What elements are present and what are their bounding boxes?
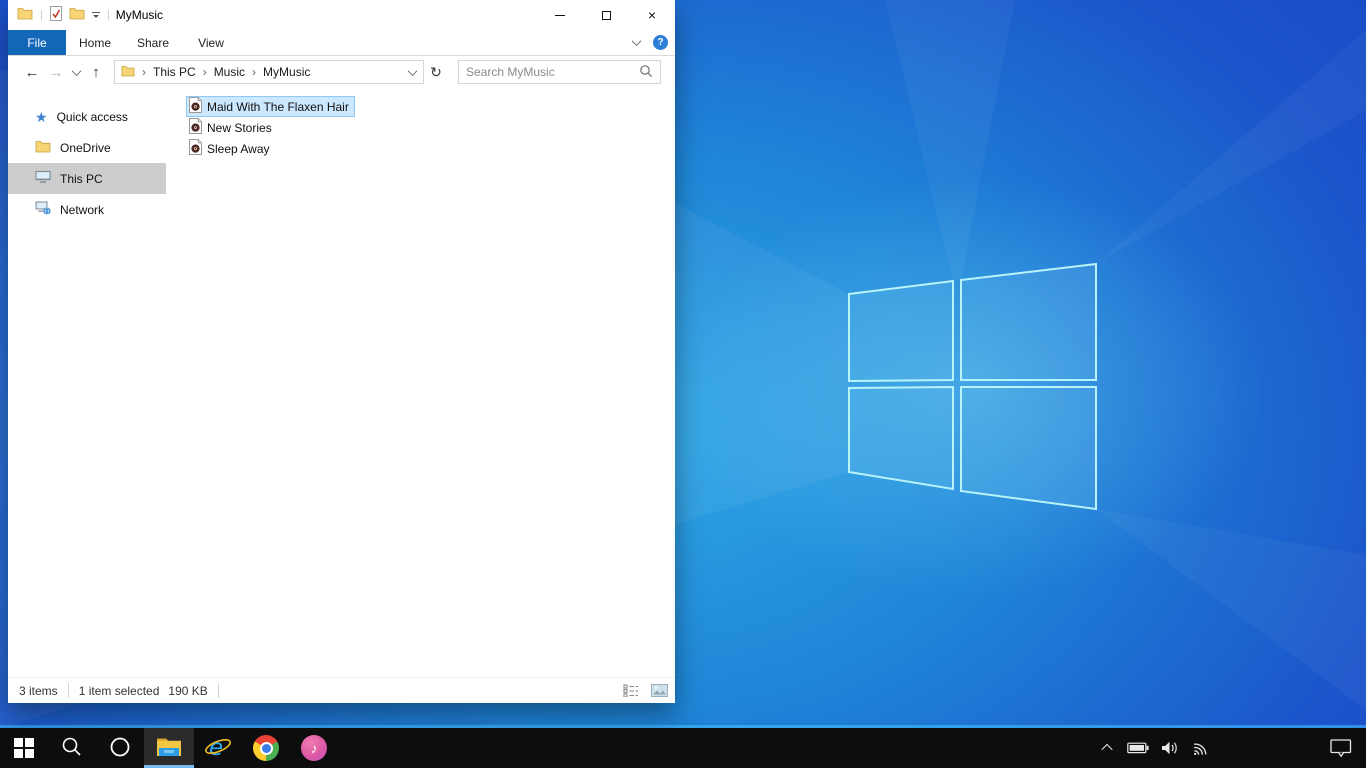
battery-icon[interactable] [1127, 742, 1149, 754]
itunes-icon: ♪ [301, 735, 327, 761]
file-list: Maid With The Flaxen Hair New Stories Sl… [166, 88, 675, 677]
status-bar: 3 items 1 item selected 190 KB [8, 677, 675, 703]
search-icon[interactable] [639, 64, 653, 81]
item-count: 3 items [19, 683, 58, 698]
customize-quick-access-icon[interactable] [91, 11, 100, 19]
wifi-icon[interactable] [1191, 740, 1211, 756]
address-folder-icon [121, 65, 135, 80]
file-name: Sleep Away [207, 141, 270, 156]
breadcrumb-separator: › [142, 65, 146, 79]
back-button[interactable]: ← [20, 64, 44, 81]
start-button[interactable] [0, 728, 48, 768]
maximize-icon [601, 10, 611, 20]
tab-home[interactable]: Home [66, 30, 124, 55]
properties-icon[interactable] [49, 6, 62, 24]
up-button[interactable]: ↑ [84, 64, 108, 81]
audio-file-icon [189, 139, 202, 158]
this-pc-monitor-icon [35, 170, 51, 187]
sidebar-item-label: Network [60, 202, 105, 217]
tab-file[interactable]: File [8, 30, 66, 55]
chrome-icon [253, 735, 279, 761]
selection-size: 190 KB [168, 683, 208, 698]
breadcrumb-this-pc[interactable]: This PC [153, 65, 196, 79]
refresh-button[interactable]: ↻ [424, 64, 448, 81]
recent-locations-chevron-icon[interactable] [68, 65, 84, 76]
taskbar-file-explorer-button[interactable] [144, 728, 194, 768]
file-item[interactable]: Sleep Away [186, 138, 276, 159]
sidebar-item-this-pc[interactable]: This PC [8, 163, 166, 194]
tab-view[interactable]: View [182, 30, 240, 55]
sidebar-item-quick-access[interactable]: ★ Quick access [8, 101, 166, 132]
navigation-pane: ★ Quick access OneDrive This PC Network [8, 88, 166, 677]
file-item[interactable]: Maid With The Flaxen Hair [186, 96, 355, 117]
cortana-button[interactable] [96, 728, 144, 768]
sidebar-item-label: This PC [60, 171, 103, 186]
breadcrumb-separator: › [252, 65, 257, 79]
taskbar-search-button[interactable] [48, 728, 96, 768]
window-title: MyMusic [115, 8, 164, 22]
sidebar-item-network[interactable]: Network [8, 194, 166, 225]
details-view-button[interactable] [619, 680, 643, 702]
breadcrumb-music[interactable]: Music [214, 65, 245, 79]
ribbon-tab-bar: File Home Share View ? [8, 30, 675, 56]
windows-start-icon [14, 738, 34, 758]
close-icon: × [647, 7, 657, 23]
internet-explorer-icon: e [204, 733, 232, 764]
new-folder-icon[interactable] [69, 7, 85, 23]
navigation-bar: ← → ↑ › This PC › Music › MyMusic ↻ [8, 56, 675, 88]
address-dropdown-chevron-icon[interactable] [401, 65, 423, 76]
title-bar[interactable]: | | MyMusic × [8, 0, 675, 30]
toolbar-separator: | [106, 9, 110, 21]
toolbar-separator: | [40, 9, 43, 21]
sidebar-item-label: OneDrive [60, 140, 111, 155]
search-box [458, 60, 661, 84]
system-tray [1101, 728, 1366, 768]
cortana-circle-icon [109, 736, 131, 761]
large-icons-view-button[interactable] [647, 680, 671, 702]
file-explorer-icon [155, 735, 183, 762]
file-name: Maid With The Flaxen Hair [207, 99, 349, 114]
breadcrumb-separator: › [202, 65, 207, 79]
action-center-icon[interactable] [1330, 738, 1352, 758]
search-input[interactable] [466, 65, 639, 79]
audio-file-icon [189, 97, 202, 116]
selection-count: 1 item selected [78, 683, 160, 698]
taskbar-chrome-button[interactable] [242, 728, 290, 768]
file-explorer-window: | | MyMusic × File Home Share View ? ← →… [8, 0, 675, 703]
maximize-button[interactable] [583, 0, 629, 30]
file-name: New Stories [207, 120, 272, 135]
window-folder-icon[interactable] [17, 7, 33, 23]
taskbar: e ♪ [0, 728, 1366, 768]
help-button[interactable]: ? [653, 35, 668, 50]
address-bar[interactable]: › This PC › Music › MyMusic [114, 60, 424, 84]
search-icon [60, 735, 84, 762]
taskbar-itunes-button[interactable]: ♪ [290, 728, 338, 768]
sidebar-item-label: Quick access [56, 109, 128, 124]
sidebar-item-onedrive[interactable]: OneDrive [8, 132, 166, 163]
hidden-icons-chevron-icon[interactable] [1101, 743, 1113, 756]
close-button[interactable]: × [629, 0, 675, 30]
quick-access-toolbar: | | [17, 6, 110, 24]
quick-access-star-icon: ★ [35, 108, 48, 125]
expand-ribbon-chevron-icon[interactable] [631, 36, 642, 47]
network-icon [35, 201, 51, 218]
status-separator [67, 683, 69, 698]
main-area: ★ Quick access OneDrive This PC Network [8, 88, 675, 677]
svg-text:e: e [209, 735, 223, 761]
file-item[interactable]: New Stories [186, 117, 278, 138]
forward-button[interactable]: → [44, 64, 68, 81]
minimize-icon [555, 14, 565, 16]
onedrive-folder-icon [35, 140, 51, 156]
audio-file-icon [189, 118, 202, 137]
status-separator [217, 683, 219, 698]
breadcrumb-mymusic[interactable]: MyMusic [263, 65, 310, 79]
tab-share[interactable]: Share [124, 30, 182, 55]
volume-icon[interactable] [1160, 740, 1180, 756]
taskbar-internet-explorer-button[interactable]: e [194, 728, 242, 768]
minimize-button[interactable] [537, 0, 583, 30]
